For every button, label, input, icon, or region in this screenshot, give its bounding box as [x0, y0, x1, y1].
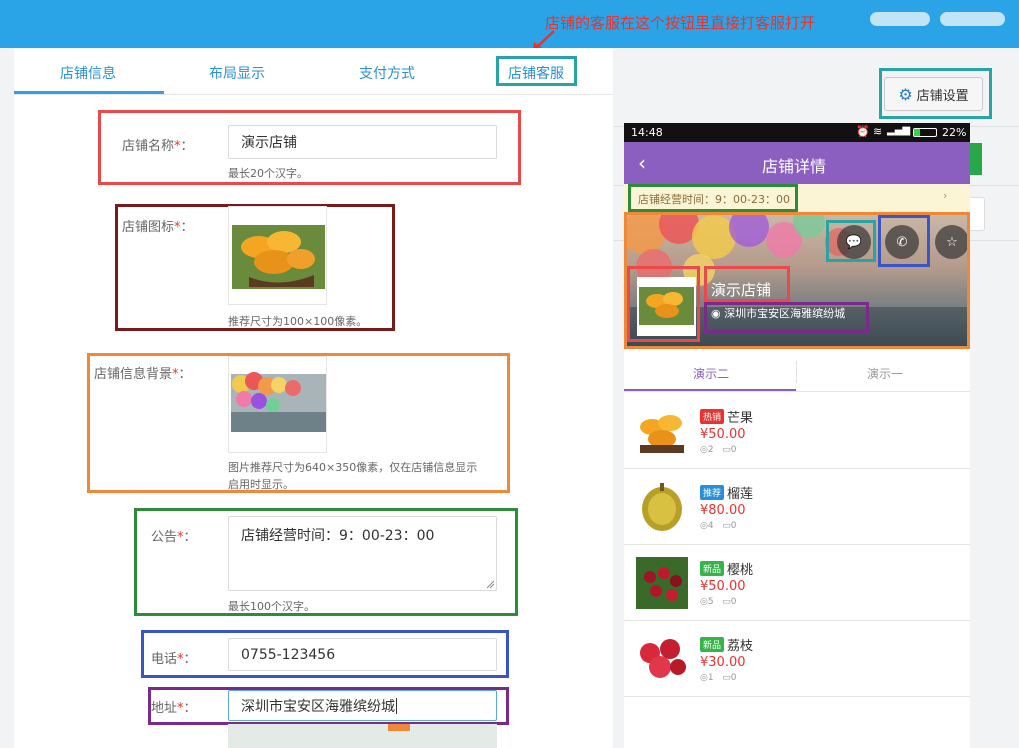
map-preview[interactable]: [228, 724, 497, 748]
top-banner: [0, 0, 1019, 48]
notice-label: 公告*：: [151, 530, 197, 545]
active-tab-indicator: [14, 91, 164, 94]
background-upload[interactable]: [228, 356, 327, 453]
blurred-info: [870, 12, 930, 26]
tab-shop-info[interactable]: 店铺信息: [60, 63, 116, 83]
phone-tab-demo2[interactable]: 演示二: [693, 365, 729, 382]
tab-payment[interactable]: 支付方式: [359, 63, 415, 83]
comment-icon: ▭: [722, 445, 731, 455]
background-hint-1: 图片推荐尺寸为640×350像素，仅在店铺信息显示: [228, 461, 478, 474]
phone-tabs: 演示二 演示一: [624, 353, 970, 392]
notice-textarea[interactable]: 店铺经营时间：9：00-23：00: [228, 516, 497, 591]
highlight-box: [624, 212, 970, 349]
chevron-right-icon: ›: [943, 189, 948, 202]
alarm-icon: ⏰: [856, 125, 870, 138]
product-stats: ◎1 ▭0: [700, 673, 737, 683]
product-tag: 新品: [700, 561, 725, 576]
like-icon: ◎: [700, 597, 708, 607]
annotation-text: 店铺的客服在这个按钮里直接打客服打开: [545, 14, 816, 32]
product-name: 芒果: [727, 411, 754, 426]
product-stats: ◎4 ▭0: [700, 521, 737, 531]
product-item[interactable]: 热销 芒果 ¥50.00 ◎2 ▭0: [624, 393, 970, 469]
product-item[interactable]: 推荐 榴莲 ¥80.00 ◎4 ▭0: [624, 469, 970, 545]
address-input[interactable]: 深圳市宝安区海雅缤纷城: [228, 690, 497, 721]
product-price: ¥80.00: [700, 503, 746, 518]
icon-upload[interactable]: [228, 206, 327, 305]
product-price: ¥50.00: [700, 427, 746, 442]
highlight-box: [628, 184, 798, 212]
product-stats: ◎5 ▭0: [700, 597, 737, 607]
phone-tab-demo1[interactable]: 演示一: [867, 365, 903, 382]
green-button[interactable]: [968, 143, 982, 175]
back-icon[interactable]: ‹: [638, 151, 646, 175]
product-item[interactable]: 新品 樱桃 ¥50.00 ◎5 ▭0: [624, 545, 970, 621]
phone-title: 店铺详情: [762, 157, 827, 176]
balloons-image: [231, 372, 326, 432]
battery-icon: [913, 128, 937, 137]
comment-icon: ▭: [722, 597, 731, 607]
background-label: 店铺信息背景*：: [94, 367, 192, 382]
product-tag: 热销: [700, 409, 725, 424]
signal-icon: ▂▄▆: [887, 125, 911, 136]
product-image: [636, 633, 688, 685]
product-stats: ◎2 ▭0: [700, 445, 737, 455]
comment-icon: ▭: [722, 673, 731, 683]
blurred-info: [940, 12, 1005, 26]
comment-icon: ▭: [722, 521, 731, 531]
icon-hint: 推荐尺寸为100×100像素。: [228, 315, 368, 328]
wifi-icon: ≋: [873, 125, 883, 138]
product-price: ¥30.00: [700, 655, 746, 670]
product-price: ¥50.00: [700, 579, 746, 594]
like-icon: ◎: [700, 673, 708, 683]
mango-image: [232, 225, 325, 289]
product-tag: 新品: [700, 637, 725, 652]
shop-name-input[interactable]: 演示店铺: [228, 125, 497, 159]
like-icon: ◎: [700, 445, 708, 455]
notice-hint: 最长100个汉字。: [228, 600, 315, 613]
product-name: 荔枝: [727, 639, 754, 654]
product-name: 樱桃: [727, 563, 754, 578]
address-label: 地址*：: [151, 701, 197, 716]
name-label: 店铺名称*：: [122, 139, 194, 154]
tab-layout[interactable]: 布局显示: [209, 63, 265, 83]
product-item[interactable]: 新品 荔枝 ¥30.00 ◎1 ▭0: [624, 621, 970, 697]
product-name: 榴莲: [727, 487, 754, 502]
status-bar: 14:48 ⏰ ≋ ▂▄▆ 22%: [624, 123, 970, 142]
highlight-box: [879, 68, 992, 119]
highlight-box: [496, 56, 577, 86]
product-tag: 推荐: [700, 485, 725, 500]
phone-label: 电话*：: [151, 652, 197, 667]
app-bar: ‹ 店铺详情: [624, 142, 970, 184]
resize-handle-icon[interactable]: [486, 580, 495, 589]
product-image: [636, 557, 688, 609]
icon-label: 店铺图标*：: [122, 220, 194, 235]
name-hint: 最长20个汉字。: [228, 167, 308, 180]
like-icon: ◎: [700, 521, 708, 531]
product-image: [636, 481, 688, 533]
product-image: [636, 405, 688, 457]
background-hint-2: 启用时显示。: [228, 478, 294, 491]
phone-input[interactable]: 0755-123456: [228, 638, 497, 671]
